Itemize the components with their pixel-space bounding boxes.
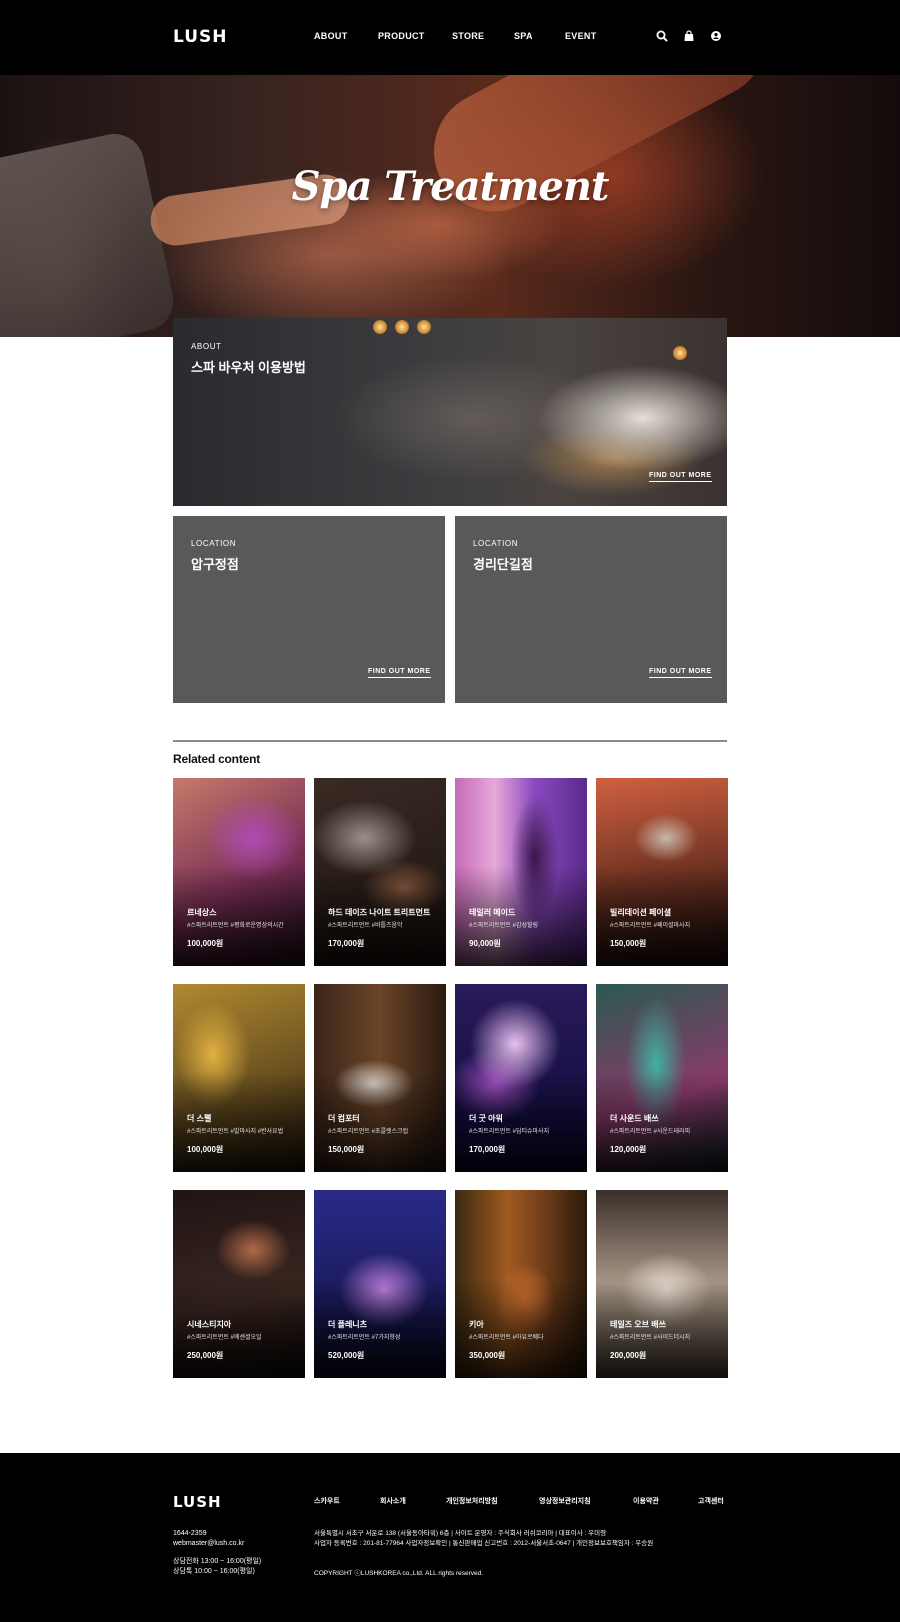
item-price: 170,000원 (328, 939, 365, 948)
related-item[interactable]: 르네상스 #스파트리트먼트 #평화로운명상의시간 100,000원 (173, 778, 305, 966)
logo[interactable]: LUSH (173, 27, 228, 47)
footer-link-video-policy[interactable]: 영상정보관리지침 (539, 1496, 633, 1506)
footer-phone: 1644-2359 (173, 1530, 207, 1537)
item-name: 르네상스 (187, 908, 217, 917)
user-icon[interactable] (709, 29, 723, 43)
item-tags: #스파트리트먼트 #발마사지 #반사요법 (187, 1129, 284, 1135)
item-tags: #스파트리트먼트 #감성힐링 (469, 923, 539, 929)
footer-link-company[interactable]: 회사소개 (380, 1496, 446, 1506)
item-name: 테일러 메이드 (469, 908, 516, 917)
section-divider (173, 740, 727, 742)
search-icon[interactable] (655, 29, 669, 43)
item-price: 120,000원 (610, 1145, 647, 1154)
candle-glow (417, 320, 431, 334)
hero-banner: Spa Treatment (0, 75, 900, 337)
item-name: 더 굿 아워 (469, 1114, 503, 1123)
card-title: 스파 바우처 이용방법 (191, 360, 306, 375)
item-price: 90,000원 (469, 939, 501, 948)
item-price: 350,000원 (469, 1351, 506, 1360)
item-price: 170,000원 (469, 1145, 506, 1154)
item-tags: #스파트리트먼트 #아유르베다 (469, 1335, 544, 1341)
footer-address-line: 사업자 등록번호 : 201-81-77964 사업자정보확인 | 통신판매업 … (314, 1540, 654, 1547)
related-item[interactable]: 빌리데이션 페이셜 #스파트리트먼트 #페이셜마사지 150,000원 (596, 778, 728, 966)
find-out-more-link[interactable]: FIND OUT MORE (649, 472, 712, 482)
item-tags: #스파트리트먼트 #사운드테라피 (610, 1129, 691, 1135)
site-footer: LUSH 스카우트 회사소개 개인정보처리방침 영상정보관리지침 이용약관 고객… (0, 1453, 900, 1622)
item-price: 520,000원 (328, 1351, 365, 1360)
item-name: 시네스티지아 (187, 1320, 232, 1329)
header-icons (655, 29, 723, 43)
item-tags: #스파트리트먼트 #7가지향성 (328, 1335, 401, 1341)
candle-glow (395, 320, 409, 334)
footer-link-terms[interactable]: 이용약관 (633, 1496, 698, 1506)
item-name: 빌리데이션 페이셜 (610, 908, 672, 917)
related-item[interactable]: 하드 데이즈 나이트 트리트먼트 #스파트리트먼트 #비틀즈음악 170,000… (314, 778, 446, 966)
footer-links: 스카우트 회사소개 개인정보처리방침 영상정보관리지침 이용약관 고객센터 (314, 1496, 724, 1506)
card-title: 경리단길점 (473, 557, 533, 572)
related-item[interactable]: 더 플레니츠 #스파트리트먼트 #7가지향성 520,000원 (314, 1190, 446, 1378)
card-eyebrow: LOCATION (191, 539, 237, 548)
nav-item-store[interactable]: STORE (452, 31, 514, 41)
hero-title: Spa Treatment (291, 163, 610, 210)
item-tags: #스파트리트먼트 #사이드더시지 (610, 1335, 691, 1341)
related-item[interactable]: 더 굿 아워 #스파트리트먼트 #딥티슈마사지 170,000원 (455, 984, 587, 1172)
candle-glow (373, 320, 387, 334)
nav-item-product[interactable]: PRODUCT (378, 31, 452, 41)
item-name: 더 스펠 (187, 1114, 212, 1123)
item-tags: #스파트리트먼트 #에센셜오일 (187, 1335, 262, 1341)
find-out-more-link[interactable]: FIND OUT MORE (368, 668, 431, 678)
related-item[interactable]: 키아 #스파트리트먼트 #아유르베다 350,000원 (455, 1190, 587, 1378)
main-nav: ABOUT PRODUCT STORE SPA EVENT (314, 31, 615, 41)
item-tags: #스파트리트먼트 #평화로운명상의시간 (187, 923, 284, 929)
footer-logo[interactable]: LUSH (173, 1493, 222, 1511)
hero-image-towel (0, 128, 179, 337)
footer-address-line: 서울특별시 서초구 서운로 138 (서울동아타워) 6층 | 사이트 운영자 … (314, 1530, 607, 1537)
find-out-more-link[interactable]: FIND OUT MORE (649, 668, 712, 678)
related-item[interactable]: 시네스티지아 #스파트리트먼트 #에센셜오일 250,000원 (173, 1190, 305, 1378)
footer-hours-phone: 상담전화 13:00 ~ 16:00(평일) (173, 1558, 262, 1565)
related-title: Related content (173, 752, 261, 766)
item-tags: #스파트리트먼트 #딥티슈마사지 (469, 1129, 550, 1135)
nav-item-spa[interactable]: SPA (514, 31, 565, 41)
item-price: 100,000원 (187, 939, 224, 948)
nav-item-event[interactable]: EVENT (565, 31, 615, 41)
related-item[interactable]: 더 컴포터 #스파트리트먼트 #초콜렛스크럽 150,000원 (314, 984, 446, 1172)
item-price: 150,000원 (328, 1145, 365, 1154)
item-name: 테일즈 오브 배쓰 (610, 1320, 666, 1329)
card-eyebrow: ABOUT (191, 342, 222, 351)
footer-copyright: COPYRIGHT ⓒLUSHKOREA co.,Ltd. ALL rights… (314, 1570, 484, 1577)
item-price: 100,000원 (187, 1145, 224, 1154)
footer-contact: 1644-2359 webmaster@lush.co.kr 상담전화 13:0… (173, 1529, 261, 1577)
related-item[interactable]: 테일러 메이드 #스파트리트먼트 #감성힐링 90,000원 (455, 778, 587, 966)
card-eyebrow: LOCATION (473, 539, 519, 548)
location-card-apgujeong[interactable]: LOCATION 압구정점 FIND OUT MORE (173, 516, 445, 703)
item-price: 250,000원 (187, 1351, 224, 1360)
item-price: 150,000원 (610, 939, 647, 948)
about-card[interactable]: ABOUT 스파 바우처 이용방법 FIND OUT MORE (173, 318, 727, 506)
footer-link-privacy[interactable]: 개인정보처리방침 (446, 1496, 539, 1506)
item-tags: #스파트리트먼트 #비틀즈음악 (328, 923, 403, 929)
item-price: 200,000원 (610, 1351, 647, 1360)
related-item[interactable]: 더 사운드 배쓰 #스파트리트먼트 #사운드테라피 120,000원 (596, 984, 728, 1172)
item-name: 더 컴포터 (328, 1114, 360, 1123)
footer-link-support[interactable]: 고객센터 (698, 1496, 724, 1506)
candle-glow (673, 346, 687, 360)
shopping-bag-icon[interactable] (682, 29, 696, 43)
nav-item-about[interactable]: ABOUT (314, 31, 378, 41)
footer-email[interactable]: webmaster@lush.co.kr (173, 1539, 261, 1549)
item-tags: #스파트리트먼트 #페이셜마사지 (610, 923, 691, 929)
footer-address: 서울특별시 서초구 서운로 138 (서울동아타워) 6층 | 사이트 운영자 … (314, 1529, 653, 1549)
location-card-gyeongridan[interactable]: LOCATION 경리단길점 FIND OUT MORE (455, 516, 727, 703)
item-name: 더 사운드 배쓰 (610, 1114, 659, 1123)
site-header: LUSH ABOUT PRODUCT STORE SPA EVENT (0, 0, 900, 75)
card-title: 압구정점 (191, 557, 239, 572)
related-item[interactable]: 테일즈 오브 배쓰 #스파트리트먼트 #사이드더시지 200,000원 (596, 1190, 728, 1378)
item-name: 하드 데이즈 나이트 트리트먼트 (328, 908, 431, 917)
item-name: 더 플레니츠 (328, 1320, 368, 1329)
footer-link-scout[interactable]: 스카우트 (314, 1496, 380, 1506)
item-tags: #스파트리트먼트 #초콜렛스크럽 (328, 1129, 409, 1135)
footer-hours-chat: 상담톡 10:00 ~ 16:00(평일) (173, 1568, 255, 1575)
related-item[interactable]: 더 스펠 #스파트리트먼트 #발마사지 #반사요법 100,000원 (173, 984, 305, 1172)
item-name: 키아 (469, 1320, 484, 1329)
